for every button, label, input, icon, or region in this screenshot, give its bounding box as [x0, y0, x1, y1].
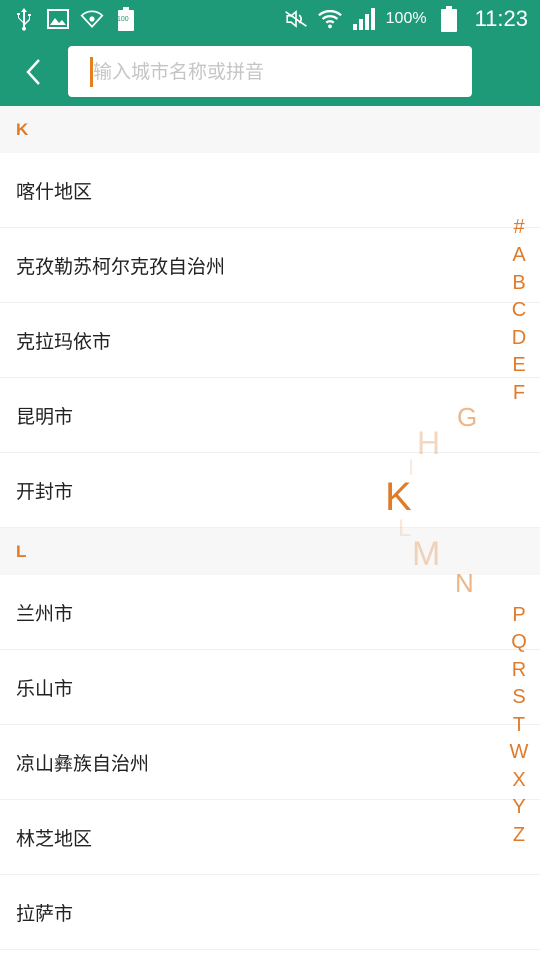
alphabet-index-bar[interactable]: # A B C D E F P Q R S T W X Y Z [500, 0, 538, 960]
wifi-hotspot-icon [80, 7, 104, 31]
index-letter[interactable]: T [500, 714, 538, 737]
index-letter[interactable]: Z [500, 824, 538, 847]
back-button[interactable] [14, 52, 54, 92]
signal-icon [352, 7, 376, 31]
city-item[interactable]: 乐山市 [0, 650, 540, 725]
index-letter[interactable]: A [500, 244, 538, 267]
status-right: 100% 11:23 [284, 6, 528, 32]
index-letter[interactable]: F [500, 382, 538, 405]
city-item[interactable]: 林芝地区 [0, 800, 540, 875]
city-list[interactable]: K 喀什地区 克孜勒苏柯尔克孜自治州 克拉玛依市 昆明市 开封市 L 兰州市 乐… [0, 106, 540, 960]
magnifier-letter-g: G [457, 402, 478, 432]
wifi-icon [317, 7, 342, 31]
index-letter[interactable]: R [500, 659, 538, 682]
index-letter[interactable]: Q [500, 631, 538, 654]
status-left: 100 [12, 7, 138, 31]
magnifier-letter-n: N [455, 568, 474, 598]
index-letter[interactable]: D [500, 327, 538, 350]
city-item[interactable]: 拉萨市 [0, 875, 540, 950]
mute-icon [284, 7, 308, 31]
chevron-left-icon [26, 59, 40, 85]
index-letter[interactable]: C [500, 299, 538, 322]
usb-icon [12, 7, 36, 31]
magnifier-letter-h: H [417, 425, 441, 461]
city-item[interactable]: 克拉玛依市 [0, 303, 540, 378]
battery-small-icon: 100 [114, 7, 138, 31]
city-item[interactable]: 凉山彝族自治州 [0, 725, 540, 800]
battery-small-label: 100 [117, 16, 129, 23]
search-box[interactable] [68, 46, 472, 97]
index-letter[interactable]: S [500, 686, 538, 709]
index-letter[interactable]: E [500, 354, 538, 377]
magnifier-letter-k: K [385, 475, 412, 519]
index-letter[interactable]: W [500, 741, 538, 764]
index-letter[interactable]: P [500, 604, 538, 627]
magnifier-letter-m: M [412, 535, 441, 573]
city-item[interactable]: 克孜勒苏柯尔克孜自治州 [0, 228, 540, 303]
status-bar: 100 100% 11:23 [0, 0, 540, 38]
magnifier-letter-l: L [398, 515, 412, 542]
index-letter[interactable]: # [500, 216, 538, 239]
top-bar [0, 38, 540, 106]
image-icon [46, 7, 70, 31]
search-input[interactable] [93, 51, 453, 92]
city-item[interactable]: 喀什地区 [0, 153, 540, 228]
battery-icon [437, 6, 461, 32]
index-letter[interactable]: Y [500, 796, 538, 819]
battery-percent: 100% [385, 10, 427, 27]
index-letter[interactable]: B [500, 272, 538, 295]
city-item[interactable]: 开封市 [0, 453, 540, 528]
section-header-k: K [0, 106, 540, 153]
index-letter[interactable]: X [500, 769, 538, 792]
